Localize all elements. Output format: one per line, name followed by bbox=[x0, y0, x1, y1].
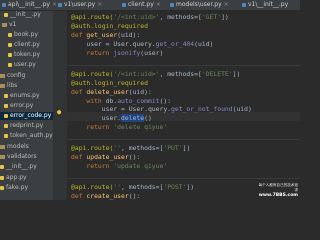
code-line: def create_user(): bbox=[71, 192, 141, 200]
folder-icon bbox=[0, 154, 5, 159]
project-tree: __init__.py v1 book.py client.py token.p… bbox=[0, 11, 54, 200]
tree-item[interactable]: user.py bbox=[0, 61, 53, 69]
tree-folder[interactable]: v1 bbox=[0, 21, 53, 29]
python-file-icon bbox=[4, 93, 8, 98]
editor-tab-bar: api\__init__.py × v1\user.py × client.py × … bbox=[0, 0, 300, 11]
watermark: 每个人都有自己的技术追求 www.7BBS.com bbox=[258, 183, 298, 198]
code-line: return 'update qiyue' bbox=[71, 162, 168, 170]
tree-item[interactable]: __init__.py bbox=[0, 11, 53, 19]
code-line: user = User.query.get_or_404(uid) bbox=[71, 40, 214, 48]
python-file-icon bbox=[4, 12, 8, 17]
tree-item[interactable]: enums.py bbox=[0, 92, 53, 100]
tree-item-selected[interactable]: error_code.py bbox=[0, 112, 53, 120]
tab-client[interactable]: client.py × bbox=[120, 1, 166, 9]
folder-icon bbox=[0, 73, 5, 78]
python-file-icon bbox=[0, 175, 4, 180]
python-file-icon bbox=[8, 62, 12, 67]
python-file-icon bbox=[4, 123, 8, 128]
tree-item[interactable]: fake.py bbox=[0, 184, 53, 192]
tab-models-user[interactable]: models\user.py × bbox=[168, 1, 238, 9]
close-icon[interactable]: × bbox=[97, 1, 102, 8]
close-icon[interactable]: × bbox=[156, 1, 161, 8]
python-file-icon bbox=[0, 185, 4, 190]
code-line: @api.route('/<int:uid>', methods=['DELET… bbox=[71, 70, 241, 78]
python-file-icon bbox=[8, 52, 12, 57]
code-line: return 'delete qiyue' bbox=[71, 123, 168, 131]
code-line: @auth.login_required bbox=[71, 79, 148, 87]
tab-api-init[interactable]: api\__init__.py × bbox=[0, 1, 57, 9]
code-line: @api.route('', methods=['PUT']) bbox=[71, 144, 191, 152]
code-line: return jsonify(user) bbox=[71, 49, 164, 57]
code-line: def get_user(uid): bbox=[71, 31, 141, 39]
code-line: @auth.login_required bbox=[71, 22, 148, 30]
tree-item[interactable]: app.py bbox=[0, 174, 53, 182]
method-separator bbox=[67, 139, 300, 140]
tree-item[interactable]: error.py bbox=[0, 102, 53, 110]
tree-item[interactable]: redprint.py bbox=[0, 122, 53, 130]
python-file-icon bbox=[4, 103, 8, 108]
tree-item[interactable]: token_auth.py bbox=[0, 132, 53, 140]
tree-item[interactable]: __init__.py bbox=[0, 163, 53, 171]
selected-text: delete bbox=[121, 114, 145, 122]
python-file-icon bbox=[4, 113, 8, 118]
tree-folder[interactable]: validators bbox=[0, 153, 53, 161]
tab-v1-user[interactable]: v1\user.py × bbox=[56, 1, 116, 9]
folder-icon bbox=[2, 22, 7, 27]
code-line: user.delete() bbox=[71, 114, 152, 122]
python-file-icon bbox=[8, 42, 12, 47]
tree-folder[interactable]: models bbox=[0, 143, 53, 151]
lightbulb-icon[interactable]: ● bbox=[57, 109, 61, 116]
python-file-icon bbox=[0, 164, 4, 169]
python-file-icon bbox=[122, 2, 126, 7]
tab-v1-init[interactable]: v1\__init__.py bbox=[240, 1, 300, 9]
tree-item[interactable]: book.py bbox=[0, 31, 53, 39]
code-line: @api.route('', methods=['POST']) bbox=[71, 183, 195, 191]
python-file-icon bbox=[58, 2, 62, 7]
code-line: user = User.query.get_or_not_found(uid) bbox=[71, 105, 252, 113]
python-file-icon bbox=[4, 133, 8, 138]
folder-icon bbox=[0, 144, 5, 149]
tree-folder[interactable]: config bbox=[0, 72, 53, 80]
python-file-icon bbox=[242, 2, 246, 7]
python-file-icon bbox=[170, 2, 174, 7]
tree-item[interactable]: client.py bbox=[0, 41, 53, 49]
code-line: def update_user(): bbox=[71, 153, 141, 161]
code-line: @api.route('/<int:uid>', methods=['GET']… bbox=[71, 13, 229, 21]
folder-icon bbox=[0, 83, 5, 88]
python-file-icon bbox=[8, 32, 12, 37]
method-separator bbox=[67, 65, 300, 66]
code-editor[interactable]: @api.route('/<int:uid>', methods=['GET']… bbox=[67, 11, 300, 200]
line-gutter[interactable] bbox=[53, 11, 67, 200]
close-icon[interactable]: × bbox=[224, 1, 229, 8]
code-line: def delete_user(uid): bbox=[71, 88, 152, 96]
tree-item[interactable]: token.py bbox=[0, 51, 53, 59]
python-file-icon bbox=[2, 2, 6, 7]
tree-folder[interactable]: libs bbox=[0, 82, 53, 90]
method-separator bbox=[67, 178, 300, 179]
